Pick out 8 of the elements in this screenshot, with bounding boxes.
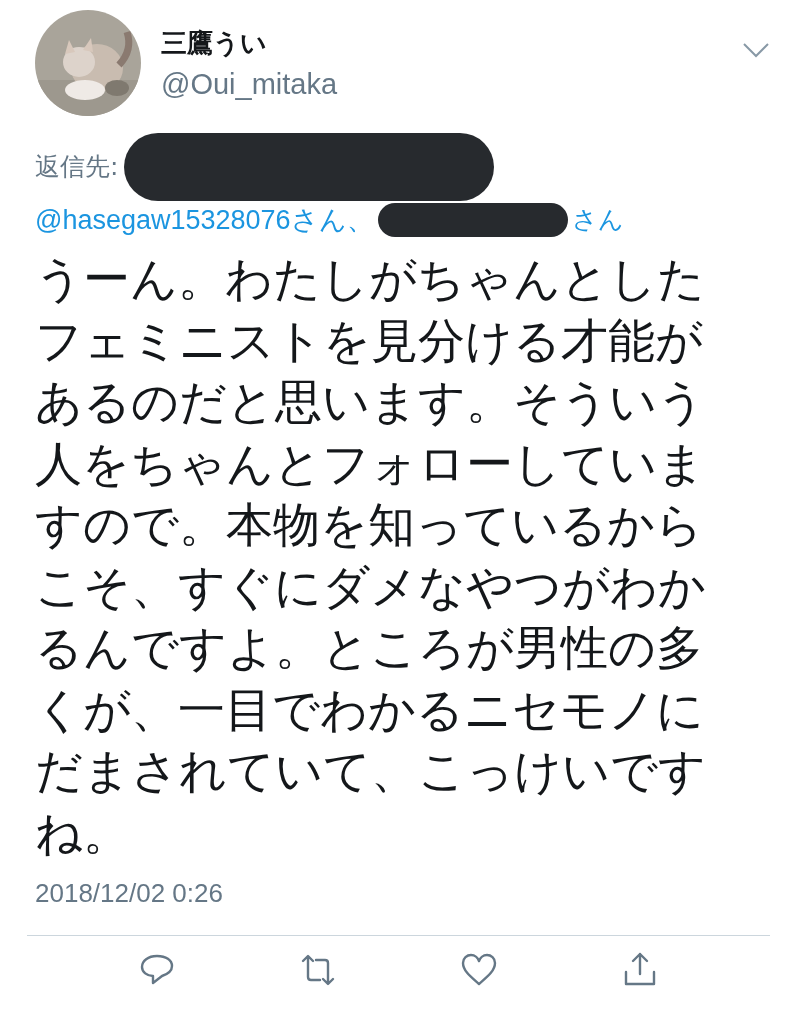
display-name: 三鷹うい <box>161 27 268 60</box>
reply-suffix: さん <box>571 204 624 236</box>
user-handle: @Oui_mitaka <box>161 67 339 102</box>
timestamp: 2018/12/02 0:26 <box>35 877 224 910</box>
chevron-down-icon[interactable] <box>742 42 770 58</box>
reply-label: 返信先: <box>35 151 119 183</box>
tweet-text: うーん。わたしがちゃんとしたフェミニストを見分ける才能があるのだと思います。そういう人をちゃんとフォローしていますので。本物を知っているからこそ、すぐにダメなやつがわかるんですよ。ところが男性の多くが、一目でわかるニセモノにだまされていて、こっけいですね。 <box>35 250 707 862</box>
mention-link[interactable]: @hasegaw15328076さん、 <box>35 202 374 238</box>
